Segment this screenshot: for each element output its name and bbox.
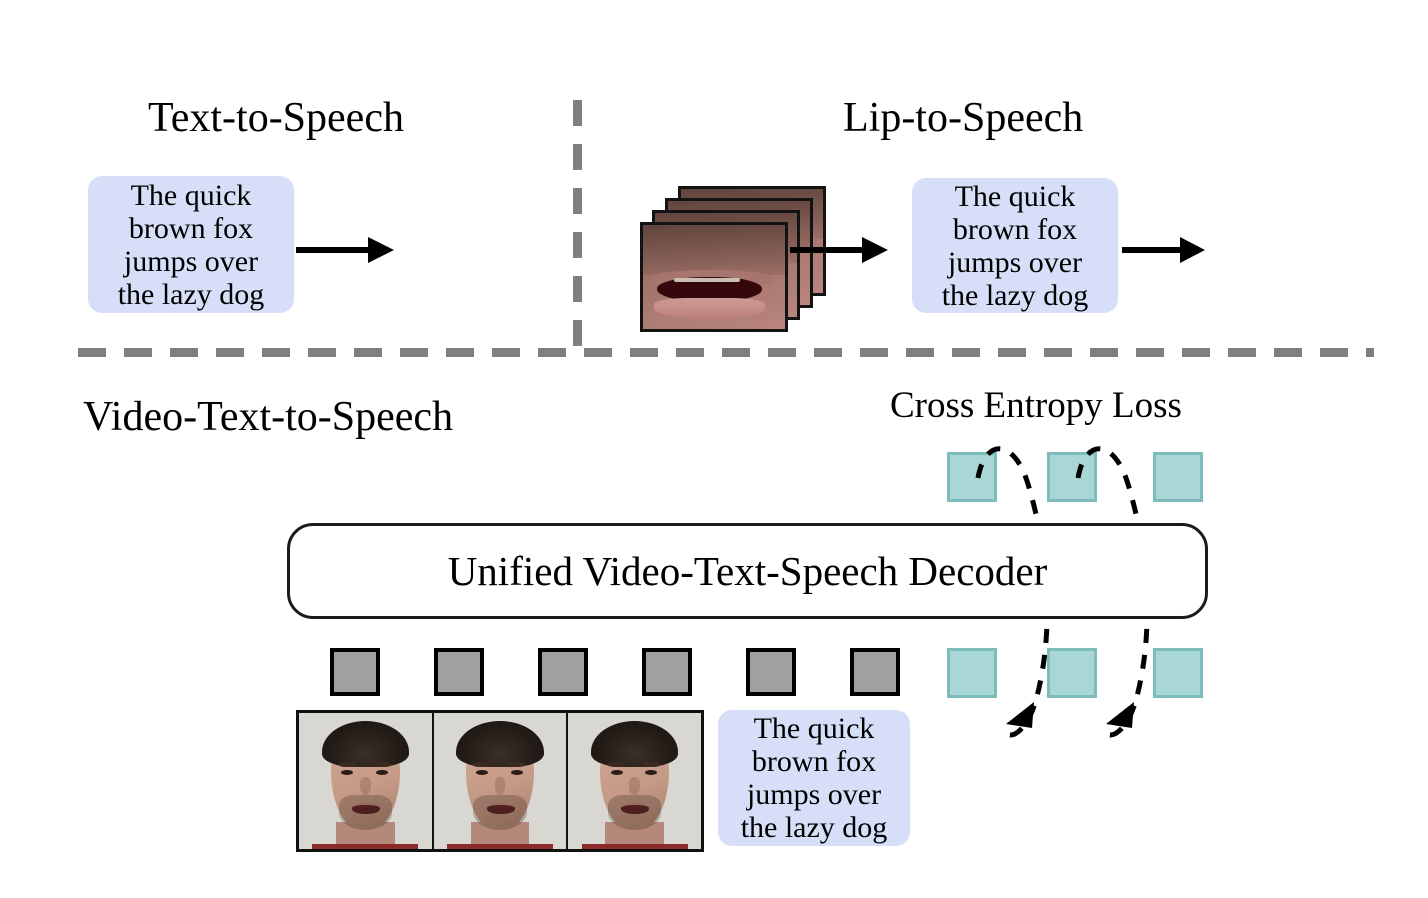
unified-decoder-box: Unified Video-Text-Speech Decoder — [287, 523, 1208, 619]
section-title-video-text-to-speech: Video-Text-to-Speech — [83, 394, 454, 440]
arrow-right-icon — [296, 237, 394, 263]
video-token — [330, 648, 380, 696]
video-token — [434, 648, 484, 696]
loss-arrowhead — [1106, 702, 1134, 728]
face-frame — [433, 713, 569, 849]
target-speech-token — [947, 452, 997, 502]
audio-waveform-icon — [945, 742, 1201, 838]
vtts-input-text-bubble: The quick brown fox jumps over the lazy … — [718, 710, 910, 846]
section-title-text-to-speech: Text-to-Speech — [148, 95, 404, 141]
lip-frame — [640, 222, 788, 332]
audio-waveform-icon — [394, 211, 555, 289]
lts-intermediate-text-bubble: The quick brown fox jumps over the lazy … — [912, 178, 1118, 313]
video-token — [538, 648, 588, 696]
lts-intermediate-text: The quick brown fox jumps over the lazy … — [941, 179, 1089, 312]
target-speech-token — [1047, 452, 1097, 502]
video-token — [746, 648, 796, 696]
audio-waveform-icon — [1212, 211, 1373, 289]
cross-entropy-loss-label: Cross Entropy Loss — [890, 385, 1182, 426]
arrow-right-icon — [790, 237, 888, 263]
target-speech-token — [1153, 452, 1203, 502]
vertical-divider — [573, 100, 582, 352]
speech-input-token — [947, 648, 997, 698]
section-title-lip-to-speech: Lip-to-Speech — [843, 95, 1084, 141]
tts-input-text-bubble: The quick brown fox jumps over the lazy … — [88, 176, 294, 313]
loss-arrowhead — [1006, 702, 1034, 728]
face-video-frames — [296, 710, 704, 852]
figure-canvas: Text-to-Speech The quick brown fox jumps… — [0, 0, 1428, 898]
speech-input-token — [1153, 648, 1203, 698]
tts-input-text: The quick brown fox jumps over the lazy … — [117, 178, 265, 311]
face-frame — [568, 713, 702, 849]
horizontal-divider — [78, 348, 1374, 357]
face-frame — [299, 713, 434, 849]
speech-input-token — [1047, 648, 1097, 698]
video-token — [850, 648, 900, 696]
video-token — [642, 648, 692, 696]
unified-decoder-label: Unified Video-Text-Speech Decoder — [447, 548, 1048, 594]
vtts-input-text: The quick brown fox jumps over the lazy … — [740, 712, 888, 844]
arrow-right-icon — [1122, 237, 1205, 263]
